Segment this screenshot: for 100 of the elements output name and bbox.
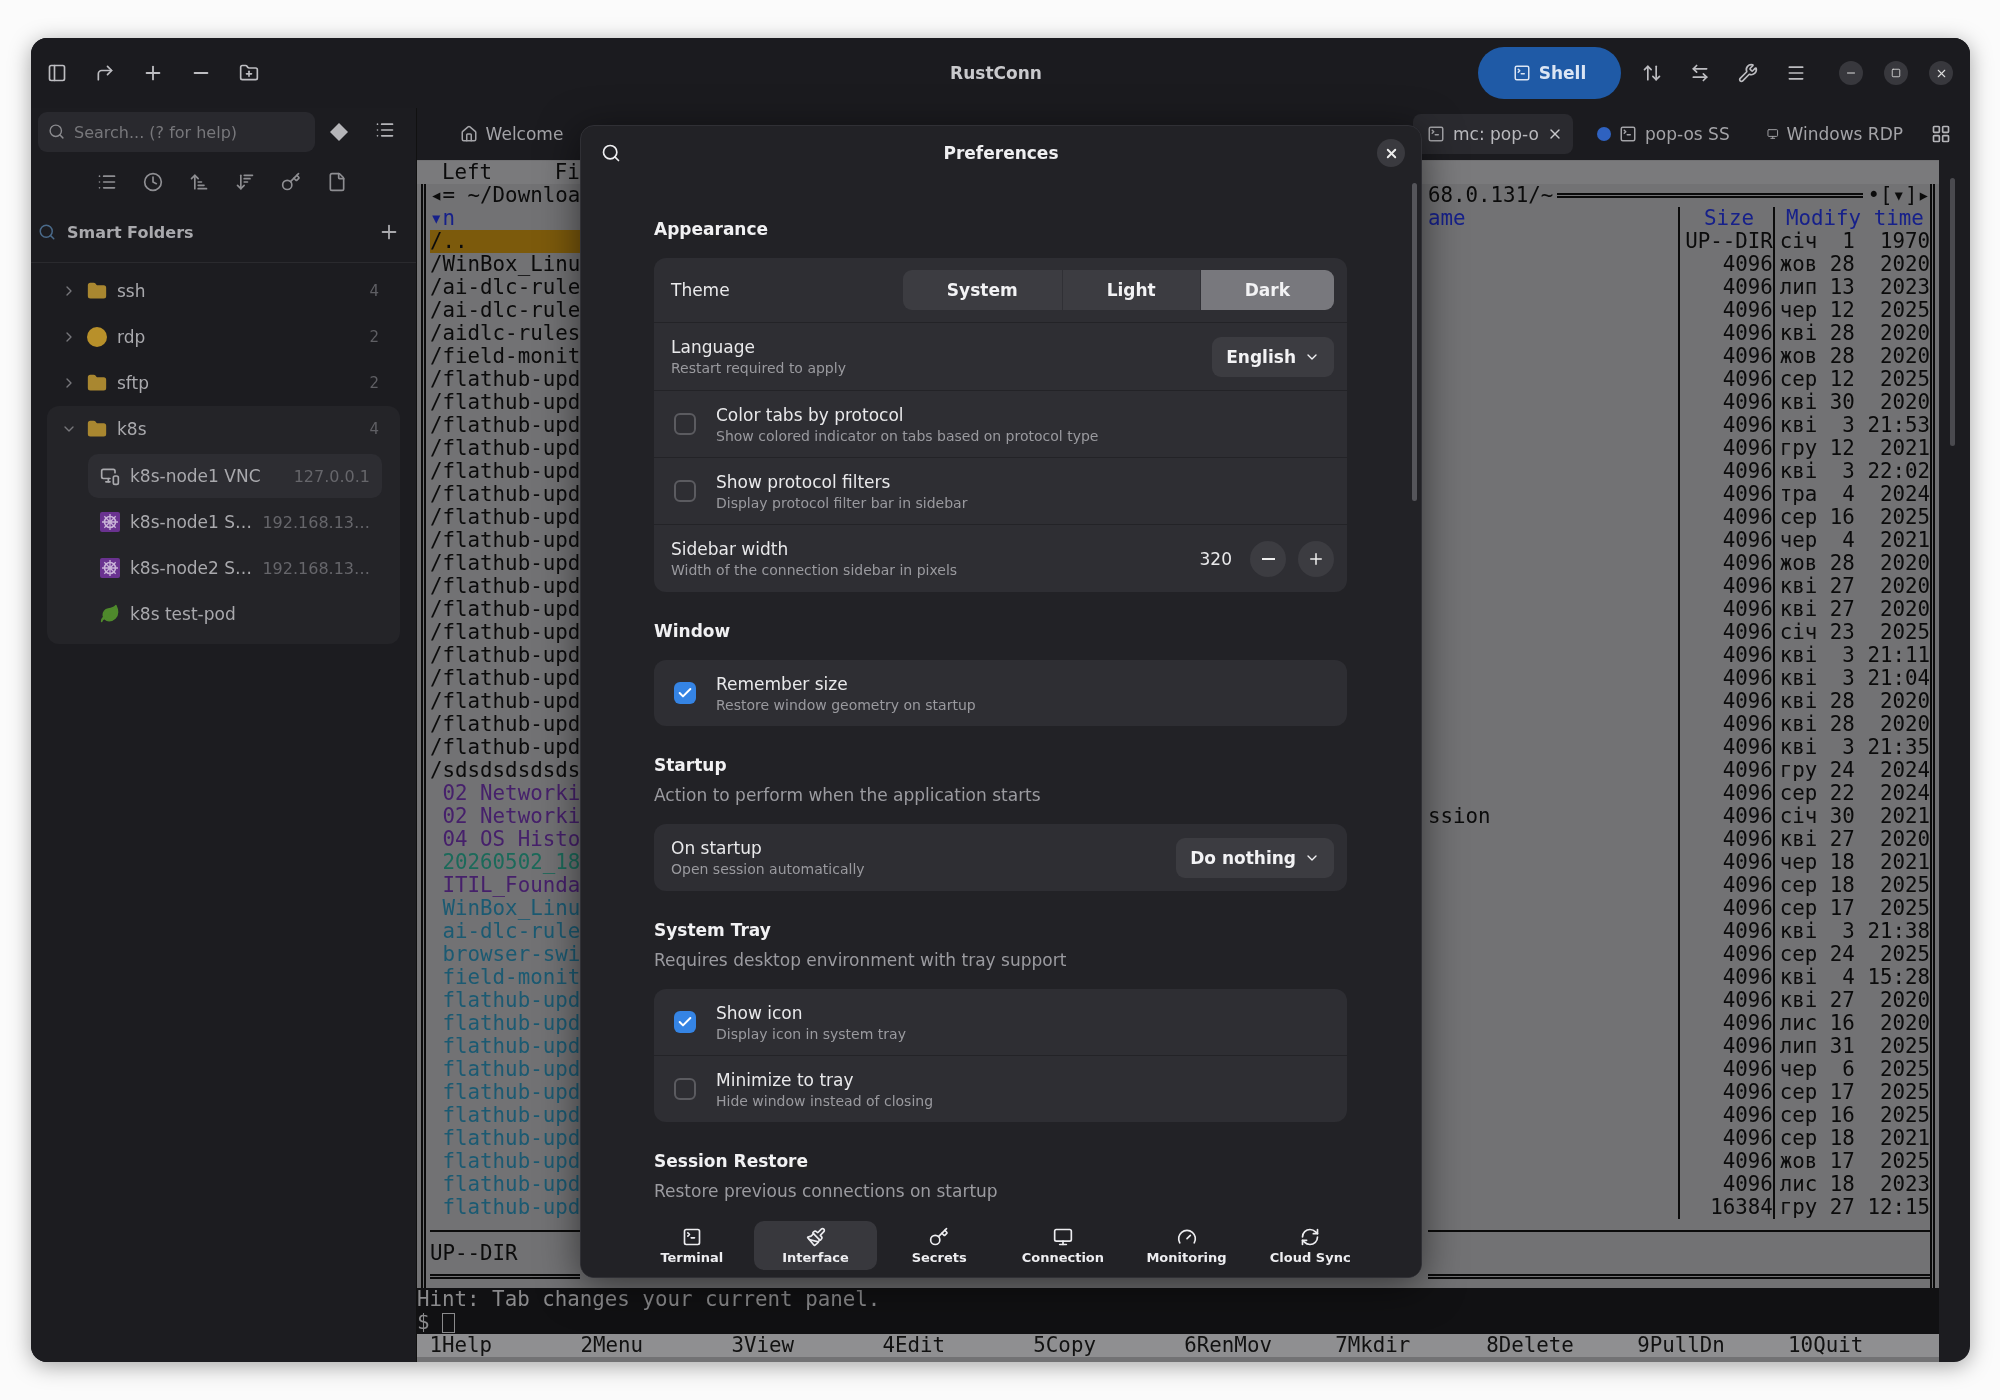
modify-time: лис 18 2023 xyxy=(1772,1173,1930,1196)
section-title: Smart Folders xyxy=(67,222,195,242)
hint-text: Hint: Tab changes your current panel. xyxy=(417,1288,1939,1311)
window-title: RustConn xyxy=(950,63,1042,83)
modify-time: кві 28 2020 xyxy=(1772,322,1930,345)
setting-label: Color tabs by protocol xyxy=(716,404,905,425)
section-description: Requires desktop environment with tray support xyxy=(654,949,1068,971)
file-size: 4096 xyxy=(1678,736,1773,759)
modify-time: чер 6 2025 xyxy=(1772,1058,1930,1081)
modify-time: сер 17 2025 xyxy=(1772,1081,1930,1104)
modify-time: чер 12 2025 xyxy=(1772,299,1930,322)
file-size: 4096 xyxy=(1678,322,1773,345)
modify-time: гру 24 2024 xyxy=(1772,759,1930,782)
file-size: 4096 xyxy=(1678,1081,1773,1104)
modify-time: сер 18 2021 xyxy=(1772,1127,1930,1150)
file-size: 4096 xyxy=(1678,391,1773,414)
section-description: Action to perform when the application starts xyxy=(654,784,1042,806)
file-name: ssion xyxy=(1428,804,1491,828)
file-size: UP--DIR xyxy=(1678,230,1773,253)
file-size: 4096 xyxy=(1678,368,1773,391)
modify-time: сер 12 2025 xyxy=(1772,368,1930,391)
file-size: 4096 xyxy=(1678,345,1773,368)
column-header: ame xyxy=(1428,207,1467,230)
file-size: 4096 xyxy=(1678,575,1773,598)
modify-time: кві 27 2020 xyxy=(1772,989,1930,1012)
modify-time: кві 3 21:53 xyxy=(1772,414,1930,437)
modify-time: сер 18 2025 xyxy=(1772,874,1930,897)
prompt: $ xyxy=(417,1311,430,1334)
modify-time: кві 3 21:35 xyxy=(1772,736,1930,759)
file-size: 4096 xyxy=(1678,414,1773,437)
file-size: 4096 xyxy=(1678,1150,1773,1173)
modify-time: лип 31 2025 xyxy=(1772,1035,1930,1058)
file-size: 4096 xyxy=(1678,989,1773,1012)
file-size: 4096 xyxy=(1678,437,1773,460)
setting-description: Show colored indicator on tabs based on protocol type xyxy=(716,427,1100,444)
setting-label: Language xyxy=(671,337,756,357)
setting-description: Hide window instead of closing xyxy=(716,1092,935,1109)
modify-time: гру 12 2021 xyxy=(1772,437,1930,460)
setting-label: Show protocol filters xyxy=(716,471,892,492)
status-text: UP--DIR xyxy=(430,1242,518,1265)
column-header: Size xyxy=(1678,207,1773,230)
setting-description: Restore window geometry on startup xyxy=(716,696,977,713)
modify-time: січ 23 2025 xyxy=(1772,621,1930,644)
file-size: 4096 xyxy=(1678,966,1773,989)
file-size: 4096 xyxy=(1678,1012,1773,1035)
modify-time: лип 13 2023 xyxy=(1772,276,1930,299)
file-size: 4096 xyxy=(1678,529,1773,552)
section-title: Window xyxy=(654,620,732,642)
modify-time: кві 28 2020 xyxy=(1772,690,1930,713)
file-size: 4096 xyxy=(1678,460,1773,483)
modify-time: чер 4 2021 xyxy=(1772,529,1930,552)
modify-time: кві 3 21:04 xyxy=(1772,667,1930,690)
modify-time: кві 4 15:28 xyxy=(1772,966,1930,989)
modify-time: сер 17 2025 xyxy=(1772,897,1930,920)
file-size: 4096 xyxy=(1678,253,1773,276)
panel-path: ◂= ~/Downloa xyxy=(430,184,581,207)
modify-time: кві 27 2020 xyxy=(1772,828,1930,851)
setting-description: Display icon in system tray xyxy=(716,1025,907,1042)
modify-time: жов 17 2025 xyxy=(1772,1150,1930,1173)
file-size: 4096 xyxy=(1678,1127,1773,1150)
section-title: Startup xyxy=(654,754,728,776)
modify-time: кві 27 2020 xyxy=(1772,598,1930,621)
modify-time: січ 30 2021 xyxy=(1772,805,1930,828)
modify-time: кві 30 2020 xyxy=(1772,391,1930,414)
setting-description: Restart required to apply xyxy=(671,360,847,376)
modify-time: кві 27 2020 xyxy=(1772,575,1930,598)
section-description: Restore previous connections on startup xyxy=(654,1180,999,1202)
setting-label: Show icon xyxy=(716,1002,804,1023)
file-size: 4096 xyxy=(1678,1058,1773,1081)
file-size: 4096 xyxy=(1678,621,1773,644)
file-size: 4096 xyxy=(1678,1035,1773,1058)
file-size: 4096 xyxy=(1678,598,1773,621)
panel-path: 68.0.131/~ xyxy=(1428,184,1554,207)
file-size: 4096 xyxy=(1678,1173,1773,1196)
setting-description: Open session automatically xyxy=(671,861,866,877)
modify-time: чер 18 2021 xyxy=(1772,851,1930,874)
setting-description: Display protocol filter bar in sidebar xyxy=(716,494,969,511)
file-size: 4096 xyxy=(1678,782,1773,805)
file-size: 4096 xyxy=(1678,644,1773,667)
modify-time: жов 28 2020 xyxy=(1772,552,1930,575)
file-size: 4096 xyxy=(1678,713,1773,736)
file-size: 4096 xyxy=(1678,299,1773,322)
file-size: 4096 xyxy=(1678,667,1773,690)
section-title: System Tray xyxy=(654,919,772,941)
file-size: 4096 xyxy=(1678,1104,1773,1127)
file-size: 4096 xyxy=(1678,759,1773,782)
file-size: 4096 xyxy=(1678,552,1773,575)
modify-time: кві 3 21:11 xyxy=(1772,644,1930,667)
modify-time: гру 27 12:15 xyxy=(1772,1196,1930,1219)
modify-time: сер 16 2025 xyxy=(1772,1104,1930,1127)
modify-time: сер 22 2024 xyxy=(1772,782,1930,805)
file-size: 4096 xyxy=(1678,690,1773,713)
file-size: 4096 xyxy=(1678,276,1773,299)
setting-label: Minimize to tray xyxy=(716,1069,855,1090)
modify-time: лис 16 2020 xyxy=(1772,1012,1930,1035)
modify-time: жов 28 2020 xyxy=(1772,253,1930,276)
setting-label: Theme xyxy=(671,280,731,300)
section-title: Session Restore xyxy=(654,1150,809,1172)
file-size: 4096 xyxy=(1678,943,1773,966)
file-size: 4096 xyxy=(1678,805,1773,828)
